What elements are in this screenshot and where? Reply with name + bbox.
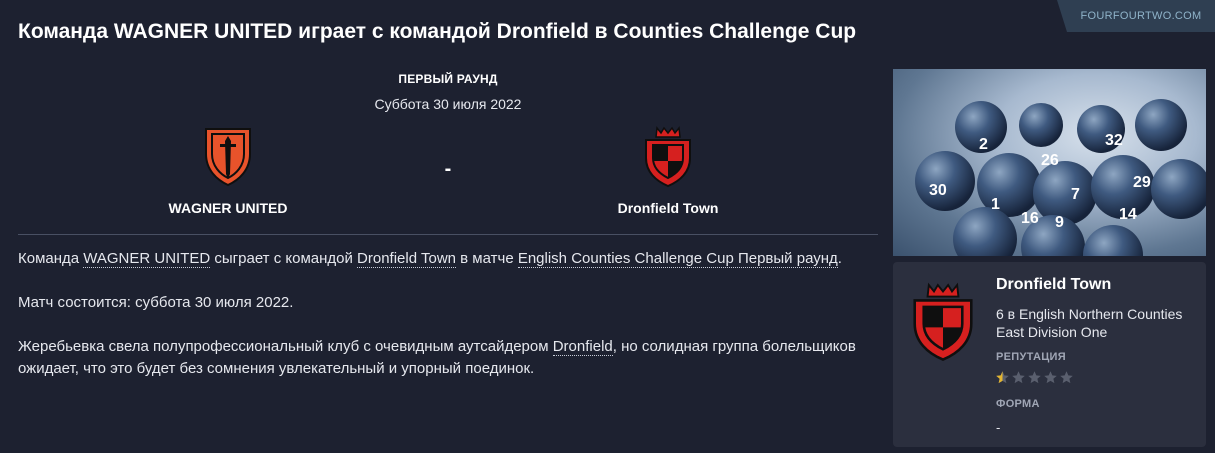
ball-number: 26 (1041, 152, 1059, 169)
home-team-link[interactable]: WAGNER UNITED (83, 250, 211, 268)
reputation-label: РЕПУТАЦИЯ (996, 351, 1066, 363)
source-tab[interactable]: FOURFOURTWO.COM (1057, 0, 1215, 32)
score-separator: - (444, 158, 452, 180)
ball-number: 16 (1021, 210, 1039, 227)
ball-number: 32 (1105, 132, 1123, 149)
page-title: Команда WAGNER UNITED играет с командой … (18, 20, 857, 43)
text-fragment: Команда (18, 250, 84, 267)
divider (18, 234, 878, 235)
cup-draw-balls-image: 2 26 32 16 30 7 29 14 1 9 (893, 69, 1206, 256)
card-team-name[interactable]: Dronfield Town (996, 276, 1111, 294)
form-label: ФОРМА (996, 398, 1040, 410)
text-fragment: . (837, 250, 842, 267)
league-position: 6 в English Northern Counties East Divis… (996, 306, 1183, 340)
home-team-name: WAGNER UNITED (168, 200, 288, 216)
ball-number: 9 (1055, 214, 1064, 231)
source-label: FOURFOURTWO.COM (1080, 10, 1202, 22)
dronfield-link[interactable]: Dronfield (552, 338, 613, 356)
draw-ball (1083, 225, 1143, 256)
ball-number: 1 (991, 196, 1000, 213)
reputation-stars (995, 370, 1074, 385)
away-team-link[interactable]: Dronfield Town (357, 250, 456, 268)
star-icon (1028, 371, 1041, 384)
draw-balls-illustration: 2 26 32 16 30 7 29 14 1 9 (915, 99, 1206, 256)
team-card[interactable]: Dronfield Town 6 в English Northern Coun… (893, 262, 1206, 447)
ball-number: 7 (1071, 186, 1080, 203)
text-fragment: Жеребьевка свела полупрофессиональный кл… (18, 338, 553, 355)
star-icon (1060, 371, 1073, 384)
ball-number: 29 (1133, 174, 1151, 191)
ball-number: 14 (1119, 206, 1137, 223)
away-team-name: Dronfield Town (617, 200, 719, 216)
article-paragraph: Матч состоится: суббота 30 июля 2022. (18, 294, 294, 311)
ball-number: 2 (979, 136, 988, 153)
draw-ball (1019, 103, 1063, 147)
round-label: ПЕРВЫЙ РАУНД (398, 72, 498, 86)
competition-link[interactable]: English Counties Challenge Cup Первый ра… (517, 250, 838, 268)
fixture-panel: ПЕРВЫЙ РАУНД Суббота 30 июля 2022 WAGNER… (18, 66, 878, 236)
star-icon (1044, 371, 1057, 384)
draw-ball (1135, 99, 1187, 151)
draw-ball (1151, 159, 1206, 219)
article-body: Команда WAGNER UNITED сыграет с командой… (18, 248, 878, 402)
text-fragment: в матче (456, 250, 518, 267)
crown-chequered-shield-crest-icon (645, 126, 691, 188)
home-team[interactable]: WAGNER UNITED (118, 124, 338, 216)
sword-shield-crest-icon (205, 128, 251, 187)
draw-ball (915, 151, 975, 211)
away-team[interactable]: Dronfield Town (558, 124, 778, 216)
form-value: - (996, 420, 1001, 435)
article-paragraph: Команда WAGNER UNITED сыграет с командой… (18, 248, 878, 270)
draw-ball (1033, 161, 1097, 225)
star-icon (1012, 371, 1025, 384)
crown-chequered-shield-crest-icon (913, 282, 973, 361)
star-icon (996, 371, 1009, 384)
match-date: Суббота 30 июля 2022 (374, 96, 522, 112)
ball-number: 30 (929, 182, 947, 199)
text-fragment: сыграет с командой (210, 250, 358, 267)
article-paragraph: Жеребьевка свела полупрофессиональный кл… (18, 336, 878, 380)
